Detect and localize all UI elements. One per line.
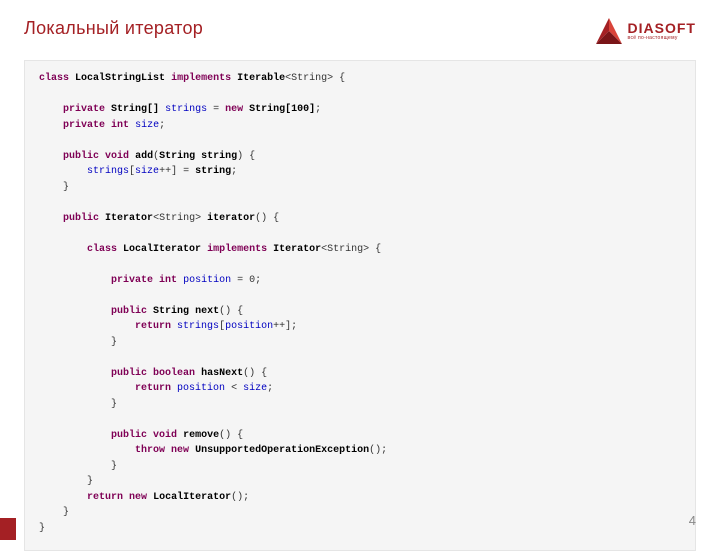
slide-header: Локальный итератор DIASOFT всё по-настоя… bbox=[0, 0, 720, 52]
footer-accent bbox=[0, 518, 16, 540]
logo-icon bbox=[596, 18, 622, 44]
logo-tagline: всё по-настоящему bbox=[628, 36, 696, 41]
slide-title: Локальный итератор bbox=[24, 18, 203, 39]
logo-text: DIASOFT всё по-настоящему bbox=[628, 21, 696, 41]
page-number: 4 bbox=[689, 513, 696, 528]
code-block: class LocalStringList implements Iterabl… bbox=[24, 60, 696, 551]
logo-name: DIASOFT bbox=[628, 21, 696, 35]
logo: DIASOFT всё по-настоящему bbox=[596, 18, 696, 44]
